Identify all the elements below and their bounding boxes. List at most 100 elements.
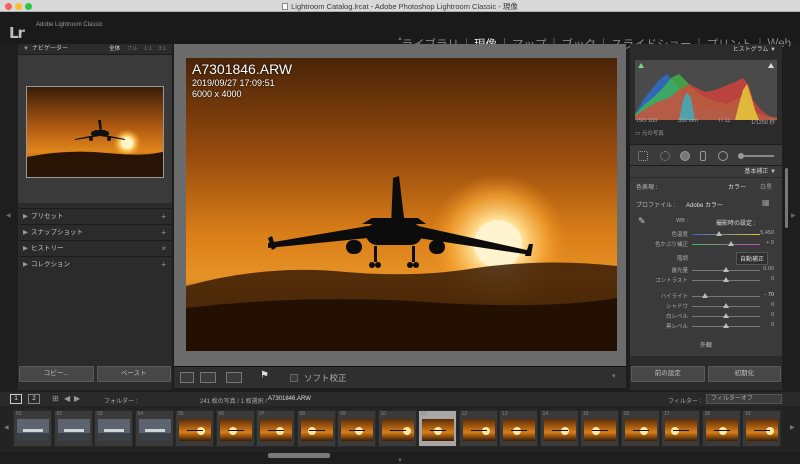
tint-value[interactable]: + 9 — [766, 240, 774, 246]
slider-thumb[interactable] — [702, 293, 708, 298]
filmstrip-thumbnail[interactable]: 16 — [620, 410, 660, 447]
filmstrip-thumbnail[interactable]: 01 — [418, 410, 457, 447]
contrast-value[interactable]: 0 — [771, 276, 774, 282]
slider-thumb[interactable] — [723, 267, 729, 272]
grid-view-icon[interactable]: ⊞ — [52, 394, 59, 403]
clear-history-icon[interactable]: × — [161, 241, 166, 257]
filmstrip-thumbnail[interactable]: 19 — [742, 410, 781, 447]
filmstrip-thumbnail[interactable]: 17 — [661, 410, 700, 447]
filmstrip-thumbnail[interactable]: 09 — [337, 410, 376, 447]
snapshots-section[interactable]: ▶ スナップショット + — [18, 224, 172, 240]
slider-thumb[interactable] — [723, 313, 729, 318]
collections-section[interactable]: ▶ コレクション + — [18, 256, 172, 272]
filmstrip-thumbnail[interactable]: 01 — [13, 410, 52, 447]
filmstrip-thumbnail[interactable]: 15 — [580, 410, 619, 447]
flag-icon[interactable]: ⚑ — [260, 370, 269, 381]
filmstrip-left-arrow-icon[interactable]: ◀ — [4, 424, 9, 431]
temp-slider[interactable] — [692, 231, 760, 236]
zoom-fill[interactable]: フル — [127, 46, 138, 52]
shadow-clipping-icon[interactable] — [638, 63, 644, 68]
treatment-bw-button[interactable]: 白黒 — [760, 182, 772, 191]
histogram[interactable] — [635, 60, 777, 120]
top-panel-toggle-icon[interactable]: ▲ — [397, 36, 403, 42]
add-preset-icon[interactable]: + — [161, 209, 166, 225]
treatment-color-button[interactable]: カラー — [728, 182, 746, 191]
filmstrip-thumbnail[interactable]: 10 — [377, 410, 417, 447]
zoom-1-1[interactable]: 1:1 — [144, 46, 152, 52]
slider-thumb[interactable] — [723, 277, 729, 282]
left-panel-toggle-icon[interactable]: ◀ — [6, 212, 11, 219]
presets-section[interactable]: ▶ プリセット + — [18, 208, 172, 224]
history-section[interactable]: ▶ ヒストリー × — [18, 240, 172, 256]
filmstrip-thumbnail[interactable]: 12 — [458, 410, 498, 447]
forward-arrow-icon[interactable]: ▶ — [74, 394, 80, 403]
back-arrow-icon[interactable]: ◀ — [64, 394, 70, 403]
whites-slider[interactable] — [692, 313, 760, 318]
window-1-button[interactable]: 1 — [10, 394, 22, 404]
blacks-value[interactable]: 0 — [771, 322, 774, 328]
navigator-header[interactable]: ▼ ナビゲーター 全体 フル 1:1 3:1 — [18, 44, 172, 55]
whites-value[interactable]: 0 — [771, 312, 774, 318]
slider-thumb[interactable] — [716, 231, 722, 236]
zoom-fit[interactable]: 全体 — [109, 46, 120, 52]
wb-dropdown[interactable]: 撮影時の設定 : — [716, 218, 755, 227]
filmstrip-thumbnail[interactable]: 05 — [175, 410, 214, 447]
selected-file-name[interactable]: A7301846.ARW — [268, 396, 311, 402]
add-snapshot-icon[interactable]: + — [161, 225, 166, 241]
zoom-3-1[interactable]: 3:1 — [158, 46, 166, 52]
histogram-header[interactable]: ヒストグラム ▼ — [630, 44, 782, 56]
highlights-value[interactable]: - 70 — [765, 292, 774, 298]
right-panel-toggle-icon[interactable]: ▶ — [791, 212, 796, 219]
soft-proof-checkbox[interactable] — [290, 374, 298, 382]
tint-slider[interactable] — [692, 241, 760, 246]
paste-settings-button[interactable]: ペースト — [96, 366, 171, 382]
blacks-slider[interactable] — [692, 323, 760, 328]
before-after-swap-icon[interactable] — [226, 372, 242, 383]
filmstrip-thumbnail[interactable]: 07 — [256, 410, 295, 447]
highlights-slider[interactable] — [692, 293, 760, 298]
navigator-thumbnail[interactable] — [26, 86, 164, 178]
highlight-clipping-icon[interactable] — [768, 63, 774, 68]
basic-panel-header[interactable]: 基本補正 ▼ — [630, 166, 782, 178]
profile-browser-icon[interactable]: ▦ — [762, 198, 770, 207]
exposure-slider[interactable] — [692, 267, 760, 272]
radial-filter-icon[interactable] — [718, 151, 728, 161]
filmstrip-right-arrow-icon[interactable]: ▶ — [790, 424, 795, 431]
filmstrip-thumbnail[interactable]: 02 — [53, 410, 93, 447]
red-eye-icon[interactable] — [680, 151, 690, 161]
spot-removal-icon[interactable] — [660, 151, 670, 161]
shadows-slider[interactable] — [692, 303, 760, 308]
slider-thumb[interactable] — [728, 241, 734, 246]
previous-settings-button[interactable]: 前の設定 — [631, 366, 705, 382]
bottom-panel-toggle-icon[interactable]: ▼ — [397, 458, 403, 464]
before-after-icon[interactable] — [200, 372, 216, 383]
exposure-value[interactable]: 0.00 — [763, 266, 774, 272]
contrast-slider[interactable] — [692, 277, 760, 282]
window-2-button[interactable]: 2 — [28, 394, 40, 404]
filmstrip-thumbnail[interactable]: 06 — [215, 410, 255, 447]
original-photo-toggle[interactable]: ▭ 元の写真 — [635, 129, 664, 137]
filmstrip-thumbnail[interactable]: 13 — [499, 410, 538, 447]
scrollbar-thumb[interactable] — [785, 168, 788, 228]
filmstrip-thumbnail[interactable]: 03 — [94, 410, 133, 447]
filmstrip-thumbnail[interactable]: 18 — [701, 410, 741, 447]
adjustment-brush-icon[interactable] — [738, 151, 774, 161]
filmstrip-thumbnail[interactable]: 08 — [296, 410, 336, 447]
filter-dropdown[interactable]: フィルターオフ — [706, 394, 782, 404]
loupe-view-icon[interactable] — [180, 372, 194, 383]
slider-thumb[interactable] — [723, 323, 729, 328]
shadows-value[interactable]: 0 — [771, 302, 774, 308]
graduated-filter-icon[interactable] — [700, 151, 706, 161]
toolbar-menu-icon[interactable]: ▾ — [612, 372, 616, 380]
copy-settings-button[interactable]: コピー... — [19, 366, 94, 382]
main-photo[interactable]: A7301846.ARW 2019/09/27 17:09:51 6000 x … — [186, 58, 617, 351]
profile-dropdown[interactable]: Adobe カラー — [686, 200, 723, 209]
right-panel-scrollbar[interactable] — [784, 44, 789, 390]
reset-button[interactable]: 初期化 — [707, 366, 781, 382]
filmstrip-thumbnail[interactable]: 04 — [134, 410, 174, 447]
temp-value[interactable]: 5,450 — [760, 230, 774, 236]
filmstrip-scrollbar[interactable] — [268, 453, 330, 458]
crop-icon[interactable] — [638, 151, 648, 161]
add-collection-icon[interactable]: + — [161, 257, 166, 273]
filmstrip-thumbnail[interactable]: 14 — [539, 410, 579, 447]
